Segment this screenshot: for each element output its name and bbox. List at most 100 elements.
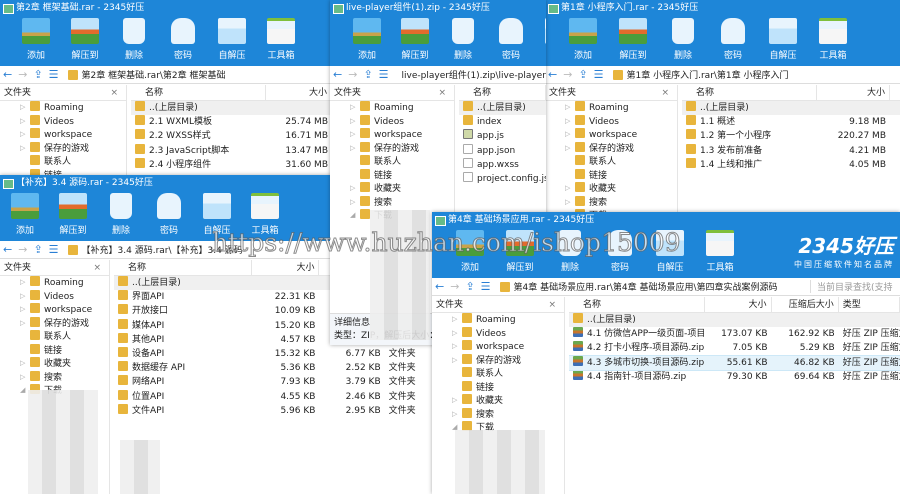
expand-arrow-icon[interactable]: ▷ [350, 101, 355, 115]
tree-item[interactable]: ▷ 收藏夹 [330, 182, 454, 196]
toolbar-button-0[interactable]: 添加 [345, 18, 389, 61]
tree-item[interactable]: ▷ 收藏夹 [432, 394, 564, 408]
back-arrow-icon[interactable]: ← [432, 280, 447, 293]
expand-arrow-icon[interactable]: ◢ [20, 384, 25, 398]
close-icon[interactable]: × [110, 85, 118, 101]
close-icon[interactable]: × [438, 85, 446, 101]
tree-item[interactable]: 联系人 [545, 155, 677, 169]
address-path[interactable]: 第2章 框架基础.rar\第2章 框架基础 [82, 68, 226, 81]
up-folder-icon[interactable]: ⇪ [360, 68, 375, 81]
toolbar-button-3[interactable]: 密码 [711, 18, 755, 61]
column-header-name[interactable]: 名称 [114, 260, 253, 275]
tree-item[interactable]: ▷ Roaming [432, 313, 564, 327]
list-item[interactable]: ..(上层目录) [682, 101, 900, 116]
list-item[interactable]: 2.1 WXML模板 25.74 MB [131, 115, 332, 129]
back-arrow-icon[interactable]: ← [0, 243, 15, 256]
column-header-name[interactable]: 名称 [459, 85, 546, 100]
close-icon[interactable]: × [548, 297, 556, 313]
tree-item[interactable]: ▷ 搜索 [0, 370, 109, 385]
tree-item[interactable]: ▷ Videos [432, 326, 564, 341]
column-header-size[interactable]: 大小 [817, 85, 890, 100]
tree-item[interactable]: ▷ 保存的游戏 [330, 141, 454, 156]
column-header-type[interactable]: 类型 [839, 297, 900, 312]
tree-item[interactable]: ▷ 保存的游戏 [545, 141, 677, 156]
view-list-icon[interactable]: ☰ [46, 68, 62, 81]
list-item[interactable]: 1.2 第一个小程序 220.27 MB [682, 129, 900, 143]
list-item[interactable]: ..(上层目录) [459, 101, 546, 116]
list-item[interactable]: app.js [459, 129, 546, 143]
expand-arrow-icon[interactable]: ▷ [565, 182, 570, 196]
up-folder-icon[interactable]: ⇪ [30, 243, 45, 256]
tree-item[interactable]: ▷ Videos [330, 114, 454, 129]
tree-item[interactable]: ▷ 保存的游戏 [0, 316, 109, 331]
expand-arrow-icon[interactable]: ▷ [565, 101, 570, 115]
tree-item[interactable]: ▷ 保存的游戏 [0, 141, 126, 156]
toolbar-button-4[interactable]: 自解压 [195, 193, 239, 236]
tree-item[interactable]: ▷ 收藏夹 [0, 357, 109, 371]
toolbar-button-5[interactable]: 工具箱 [811, 18, 855, 61]
tree-item[interactable]: 链接 [0, 343, 109, 358]
forward-arrow-icon[interactable]: → [15, 243, 30, 256]
column-header-name[interactable]: 名称 [569, 297, 706, 312]
expand-arrow-icon[interactable]: ▷ [350, 196, 355, 210]
tree-item[interactable]: ▷ workspace [0, 128, 126, 142]
tree-item[interactable]: ▷ Roaming [0, 276, 109, 290]
back-arrow-icon[interactable]: ← [330, 68, 345, 81]
list-item[interactable]: app.wxss [459, 157, 546, 172]
address-path[interactable]: 第4章 基础场景应用.rar\第4章 基础场景应用\第四章实战案例源码 [514, 280, 778, 293]
list-item[interactable]: ..(上层目录) [131, 101, 332, 116]
expand-arrow-icon[interactable]: ▷ [20, 290, 25, 304]
toolbar-button-2[interactable]: 删除 [548, 230, 592, 273]
expand-arrow-icon[interactable]: ▷ [20, 115, 25, 129]
expand-arrow-icon[interactable]: ▷ [20, 317, 25, 331]
forward-arrow-icon[interactable]: → [447, 280, 462, 293]
expand-arrow-icon[interactable]: ▷ [20, 142, 25, 156]
expand-arrow-icon[interactable]: ▷ [565, 142, 570, 156]
search-input[interactable]: 当前目录查找(支持 [810, 280, 900, 293]
expand-arrow-icon[interactable]: ▷ [565, 115, 570, 129]
tree-item[interactable]: 联系人 [432, 367, 564, 381]
close-icon[interactable]: × [93, 260, 101, 276]
expand-arrow-icon[interactable]: ▷ [20, 101, 25, 115]
tree-item[interactable]: ▷ workspace [545, 128, 677, 142]
column-header-name[interactable]: 名称 [682, 85, 817, 100]
expand-arrow-icon[interactable]: ▷ [350, 115, 355, 129]
toolbar-button-2[interactable]: 删除 [661, 18, 705, 61]
tree-item[interactable]: ▷ 保存的游戏 [432, 353, 564, 368]
list-item[interactable]: app.json [459, 143, 546, 158]
toolbar-button-3[interactable]: 密码 [489, 18, 533, 61]
view-list-icon[interactable]: ☰ [376, 68, 392, 81]
tree-item[interactable]: ▷ workspace [330, 128, 454, 142]
forward-arrow-icon[interactable]: → [15, 68, 30, 81]
toolbar-button-4[interactable]: 自解压 [210, 18, 254, 61]
toolbar-button-3[interactable]: 密码 [161, 18, 205, 61]
list-item[interactable]: 4.3 多城市切换-项目源码.zip 55.61 KB 46.82 KB 好压 ZIP… [569, 354, 900, 371]
toolbar-button-3[interactable]: 密码 [598, 230, 642, 273]
tree-item[interactable]: 联系人 [330, 155, 454, 169]
list-item[interactable]: 1.3 发布前准备 4.21 MB [682, 143, 900, 158]
toolbar-button-3[interactable]: 密码 [147, 193, 191, 236]
tree-item[interactable]: ▷ workspace [432, 340, 564, 354]
forward-arrow-icon[interactable]: → [345, 68, 360, 81]
address-path[interactable]: live-player组件(1).zip\live-player组件 [402, 68, 546, 81]
tree-item[interactable]: ▷ 搜索 [432, 407, 564, 422]
list-item[interactable]: 数据缓存 API 5.36 KB 2.52 KB 文件夹 [114, 361, 440, 375]
forward-arrow-icon[interactable]: → [560, 68, 575, 81]
expand-arrow-icon[interactable]: ▷ [452, 327, 457, 341]
toolbar-button-1[interactable]: 解压到 [393, 18, 437, 61]
list-item[interactable]: 2.2 WXSS样式 16.71 MB [131, 129, 332, 143]
list-item[interactable]: 网络API 7.93 KB 3.79 KB 文件夹 [114, 375, 440, 389]
toolbar-button-1[interactable]: 解压到 [611, 18, 655, 61]
list-item[interactable]: index [459, 115, 546, 129]
toolbar-button-5[interactable]: 工具箱 [259, 18, 303, 61]
close-icon[interactable]: × [661, 85, 669, 101]
toolbar-button-4[interactable]: 自解压 [648, 230, 692, 273]
tree-item[interactable]: ▷ Videos [0, 114, 126, 129]
toolbar-button-0[interactable]: 添加 [3, 193, 47, 236]
tree-item[interactable]: ▷ Videos [0, 289, 109, 304]
toolbar-button-5[interactable]: 工具箱 [243, 193, 287, 236]
expand-arrow-icon[interactable]: ▷ [350, 182, 355, 196]
view-list-icon[interactable]: ☰ [46, 243, 62, 256]
tree-item[interactable]: 链接 [545, 168, 677, 183]
toolbar-button-5[interactable]: 工具箱 [698, 230, 742, 273]
